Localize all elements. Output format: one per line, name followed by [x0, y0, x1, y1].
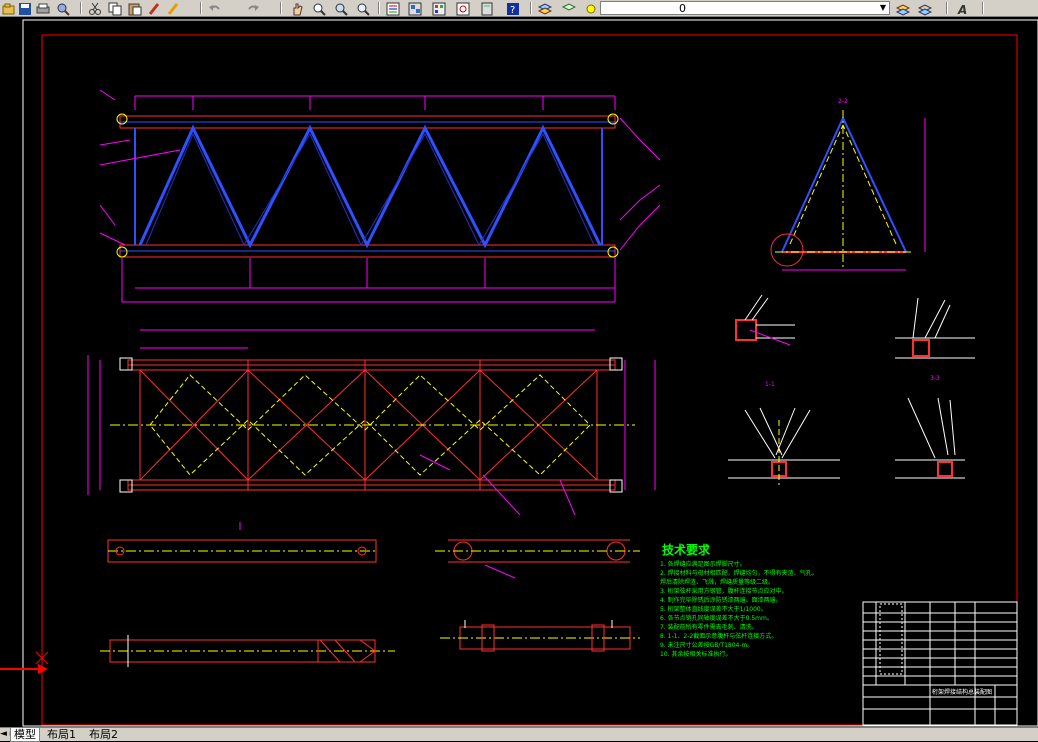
copy-icon[interactable]: [108, 1, 122, 16]
svg-text:2-2: 2-2: [838, 98, 848, 105]
layer-previous2-icon[interactable]: [917, 1, 933, 16]
technical-requirements: 技术要求 1. 各焊缝应满足图示焊脚尺寸。 2. 焊接材料与母材相匹配，焊缝均匀…: [660, 542, 818, 658]
truss-elevation-view: [99, 89, 661, 303]
layout-tab-bar: ◄ ► 模型 布局1 布局2: [0, 727, 1038, 742]
truss-plan-view: [87, 329, 656, 516]
toolbar-separator: [200, 2, 202, 14]
design-center-icon[interactable]: [408, 1, 422, 16]
text-style-icon[interactable]: A: [956, 1, 970, 17]
help-icon[interactable]: ?: [506, 1, 520, 16]
node-detail-views: 1-1 3-3: [728, 294, 975, 485]
standard-toolbar: ? 0 ▼ A: [0, 0, 1038, 17]
svg-text:3-3: 3-3: [930, 375, 940, 382]
layer-freeze-icon[interactable]: [584, 1, 598, 15]
zoom-previous-icon[interactable]: [356, 1, 370, 16]
svg-text:?: ?: [510, 5, 515, 16]
cut-icon[interactable]: [88, 1, 102, 15]
notes-line: 7. 装配前所有零件需去毛刺、清洗。: [660, 623, 758, 631]
ucs-icon: [0, 651, 49, 674]
open-icon[interactable]: [2, 1, 16, 15]
notes-title: 技术要求: [662, 542, 711, 557]
toolbar-separator: [80, 2, 82, 14]
layer-previous-icon[interactable]: [895, 1, 911, 16]
title-block-title: 桁架焊接结构总装配图: [932, 688, 992, 696]
toolbar-separator: [280, 2, 282, 14]
tab-model[interactable]: 模型: [10, 728, 40, 742]
notes-line: 9. 未注尺寸公差按GB/T1804-m。: [660, 641, 753, 649]
zoom-window-icon[interactable]: [334, 1, 348, 16]
layer-state-icon[interactable]: [561, 1, 577, 15]
redo-icon[interactable]: [246, 1, 260, 15]
paste-icon[interactable]: [128, 1, 142, 16]
notes-line: 1. 各焊缝应满足图示焊脚尺寸。: [660, 560, 746, 568]
notes-line: 焊后清除焊渣、飞溅，焊缝质量等级二级。: [660, 578, 774, 586]
title-block: 桁架焊接结构总装配图: [862, 601, 1018, 726]
part-detail-views: [100, 522, 640, 667]
layer-manager-icon[interactable]: [537, 1, 553, 15]
notes-line: 4. 制作完毕除锈后涂防锈漆两遍、面漆两遍。: [660, 596, 782, 604]
chevron-down-icon[interactable]: ▼: [877, 2, 889, 14]
model-space-canvas[interactable]: 2-2 1-1 3-3 技术要求 1. 各焊缝应满足图示焊脚尺寸。 2. 焊接材…: [0, 17, 1038, 727]
truss-cross-section-view: 2-2: [770, 98, 926, 271]
save-icon[interactable]: [18, 1, 32, 15]
toolbar-separator: [946, 2, 948, 14]
properties-icon[interactable]: [386, 1, 400, 16]
svg-text:A: A: [957, 3, 967, 16]
markup-icon[interactable]: [456, 1, 470, 16]
tab-layout1[interactable]: 布局1: [44, 728, 79, 741]
zoom-realtime-icon[interactable]: [312, 1, 326, 16]
calculator-icon[interactable]: [480, 1, 494, 16]
notes-line: 2. 焊接材料与母材相匹配，焊缝均匀，不得有夹渣、气孔。: [660, 569, 818, 577]
pan-icon[interactable]: [290, 1, 304, 16]
toolbar-separator: [982, 2, 984, 14]
match-properties-icon[interactable]: [148, 1, 162, 15]
layer-dropdown[interactable]: 0 ▼: [600, 1, 890, 15]
brush-icon[interactable]: [166, 1, 180, 15]
notes-line: 5. 桁架整体直线度误差不大于1/1000。: [660, 605, 767, 613]
plot-icon[interactable]: [36, 1, 50, 15]
current-layer-name: 0: [679, 2, 686, 15]
toolbar-separator: [378, 2, 380, 14]
toolbar-separator: [530, 2, 532, 14]
drawing-border-outer: [22, 19, 1038, 727]
undo-icon[interactable]: [208, 1, 222, 15]
tab-layout2[interactable]: 布局2: [86, 728, 121, 741]
svg-text:1-1: 1-1: [765, 381, 775, 388]
notes-line: 3. 桁架弦杆采用方钢管，腹杆连接节点应对中。: [660, 587, 788, 595]
preview-icon[interactable]: [56, 1, 70, 16]
tool-palette-icon[interactable]: [432, 1, 446, 16]
notes-line: 8. 1-1、2-2截面示意腹杆与弦杆连接方式。: [660, 632, 777, 640]
notes-line: 6. 各节点销孔同轴度误差不大于0.5mm。: [660, 614, 773, 622]
notes-line: 10. 其余按相关标准执行。: [660, 650, 731, 658]
